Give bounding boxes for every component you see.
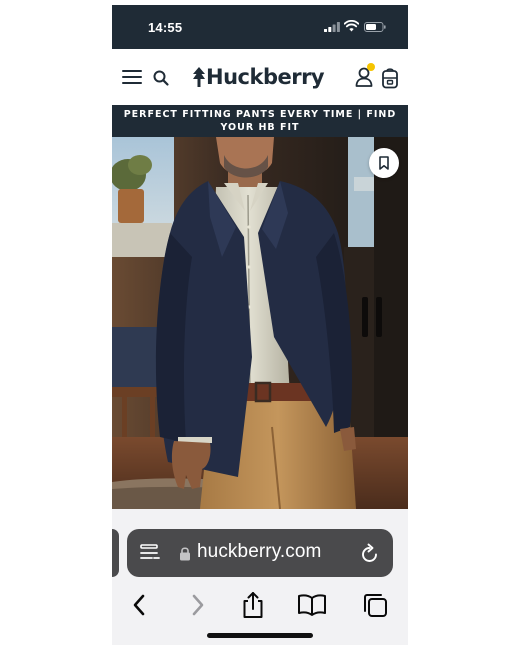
bookmarks-button[interactable] bbox=[297, 591, 327, 619]
hero-image[interactable] bbox=[112, 137, 408, 509]
share-button[interactable] bbox=[238, 591, 268, 619]
forward-button[interactable] bbox=[183, 591, 213, 619]
address-bar[interactable]: huckberry.com bbox=[127, 529, 393, 577]
notification-dot bbox=[367, 63, 375, 71]
wifi-icon bbox=[344, 20, 359, 32]
search-icon[interactable] bbox=[152, 69, 170, 87]
promo-banner[interactable]: PERFECT FITTING PANTS EVERY TIME | FIND … bbox=[112, 105, 408, 137]
bookmark-button[interactable] bbox=[369, 148, 399, 178]
bookmarks-icon bbox=[298, 594, 326, 616]
reader-mode-icon[interactable] bbox=[140, 544, 160, 562]
cellular-signal-icon bbox=[324, 22, 340, 32]
back-button[interactable] bbox=[124, 591, 154, 619]
tabs-button[interactable] bbox=[360, 591, 390, 619]
site-header: Huckberry bbox=[112, 49, 408, 105]
tabs-icon bbox=[364, 594, 387, 617]
tree-logo-icon bbox=[193, 67, 205, 87]
promo-banner-text: PERFECT FITTING PANTS EVERY TIME | FIND … bbox=[123, 109, 397, 133]
bookmark-icon bbox=[379, 156, 389, 170]
home-indicator bbox=[207, 633, 313, 638]
share-icon bbox=[243, 592, 263, 618]
logo-wordmark: Huckberry bbox=[206, 65, 325, 89]
browser-toolbar: huckberry.com bbox=[112, 509, 408, 645]
hero-photo bbox=[112, 137, 408, 509]
reload-icon[interactable] bbox=[360, 542, 380, 564]
battery-icon bbox=[364, 22, 386, 32]
site-logo[interactable]: Huckberry bbox=[192, 63, 325, 91]
forward-icon bbox=[192, 594, 204, 616]
phone-screen: 14:55 Huckberry PERFECT FITTING PANTS EV… bbox=[112, 5, 408, 645]
url-text: huckberry.com bbox=[197, 541, 322, 562]
status-bar: 14:55 bbox=[112, 5, 408, 49]
backpack-icon[interactable] bbox=[380, 67, 400, 89]
lock-icon bbox=[180, 547, 190, 561]
previous-tab-peek[interactable] bbox=[112, 529, 119, 577]
status-time: 14:55 bbox=[148, 20, 183, 35]
hamburger-icon[interactable] bbox=[122, 70, 142, 86]
browser-nav-row bbox=[112, 587, 408, 623]
back-icon bbox=[133, 594, 145, 616]
